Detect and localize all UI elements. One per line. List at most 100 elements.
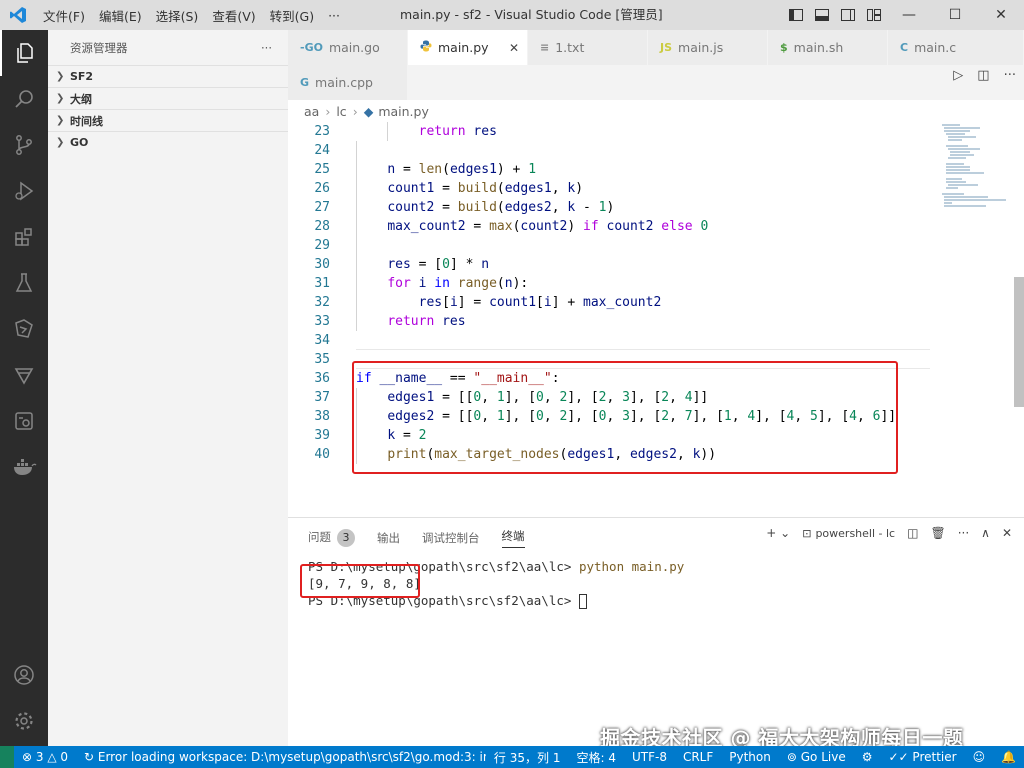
tab-main-c[interactable]: Cmain.c [888,30,1024,65]
prettier[interactable]: ✓✓ Prettier [880,750,964,764]
close-button[interactable]: ✕ [978,0,1024,30]
docker-icon[interactable] [0,444,48,490]
encoding[interactable]: UTF-8 [624,750,675,764]
trash-icon[interactable]: 🗑 [930,526,945,540]
menu-selection[interactable]: 选择(S) [149,6,206,25]
section-sf2[interactable]: ❯ SF2 [48,65,288,87]
tab-main-py[interactable]: main.py ✕ [408,30,528,65]
close-panel-icon[interactable]: ✕ [1002,526,1012,540]
breadcrumb-main-py[interactable]: main.py [378,104,429,119]
js-file-icon: JS [660,41,673,54]
tab-terminal[interactable]: 终端 [501,528,525,548]
toggle-secondary-sidebar-icon[interactable] [840,7,856,23]
indentation[interactable]: 空格: 4 [568,749,624,766]
close-icon[interactable]: ✕ [509,41,519,55]
accounts-icon[interactable] [0,652,48,698]
tab-main-sh[interactable]: $ main.sh [768,30,888,65]
split-editor-icon[interactable]: ◫ [977,68,989,83]
python-file-icon: ◆ [363,103,374,119]
maximize-button[interactable]: ☐ [932,0,978,30]
tab-1-txt[interactable]: ≡ 1.txt [528,30,648,65]
section-outline[interactable]: ❯ 大纲 [48,87,288,109]
code-line: 28 max_count2 = max(count2) if count2 el… [288,217,928,236]
problems-status[interactable]: ⊗ 3 △ 0 [14,750,76,764]
tab-main-go[interactable]: -GO main.go [288,30,408,65]
gitlens-icon[interactable] [0,352,48,398]
menu-go[interactable]: 转到(G) [263,6,321,25]
section-go[interactable]: ❯ GO [48,131,288,153]
go-file-icon: -GO [300,41,323,54]
search-icon[interactable] [0,76,48,122]
terminal-shell-selector[interactable]: ⊡ powershell - lc [802,527,895,540]
go-live[interactable]: ⊚ Go Live [779,750,854,764]
tab-label: main.sh [793,40,844,55]
source-control-icon[interactable] [0,122,48,168]
explorer-icon[interactable] [0,30,48,76]
menu-edit[interactable]: 编辑(E) [92,6,149,25]
menu-file[interactable]: 文件(F) [36,6,92,25]
editor-scrollbar[interactable] [1014,277,1024,407]
breadcrumb-aa[interactable]: aa [304,104,319,119]
language-mode[interactable]: Python [721,750,779,764]
menu-view[interactable]: 查看(V) [205,6,262,25]
section-timeline[interactable]: ❯ 时间线 [48,109,288,131]
bell-icon[interactable]: 🔔 [993,750,1024,764]
text-file-icon: ≡ [540,41,550,54]
tab-problems[interactable]: 问题 3 [308,529,355,547]
section-label: 大纲 [70,92,92,106]
minimap[interactable] [940,122,1010,212]
terminal-command: python main.py [578,559,685,574]
minimize-button[interactable]: — [886,0,932,30]
run-file-icon[interactable]: ▷ [953,68,963,83]
line-number: 36 [314,371,330,386]
code-editor[interactable]: 23 return res 24 25 n = len(edges1) + 1 … [288,122,1024,517]
line-number: 40 [314,447,330,462]
line-number: 37 [314,390,330,405]
code-line: 32 res[i] = count1[i] + max_count2 [288,293,928,312]
line-number: 35 [314,352,330,367]
tab-output[interactable]: 输出 [377,530,400,546]
layout-controls [788,7,882,23]
remote-containers-icon[interactable] [0,398,48,444]
more-actions-icon[interactable]: ··· [958,526,969,540]
new-terminal-icon[interactable]: + ⌄ [766,526,790,540]
cursor-position[interactable]: 行 35，列 1 [486,749,569,766]
maximize-panel-icon[interactable]: ∧ [981,526,990,540]
tab-main-js[interactable]: JS main.js [648,30,768,65]
toggle-sidebar-icon[interactable] [788,7,804,23]
tab-debug-console[interactable]: 调试控制台 [422,530,480,546]
chevron-right-icon: ❯ [56,93,65,104]
go-live-label: Go Live [800,750,846,764]
code-line: 27 count2 = build(edges2, k - 1) [288,198,928,217]
workspace-error-status[interactable]: ↻ Error loading workspace: D:\mysetup\go… [76,750,486,764]
remote-explorer-icon[interactable] [0,306,48,352]
line-number: 32 [314,295,330,310]
explorer-more-button[interactable]: ··· [261,41,272,55]
line-number: 24 [314,143,330,158]
feedback-icon[interactable]: ☺ [965,750,994,764]
code-line: 31 for i in range(n): [288,274,928,293]
menu-more[interactable]: ··· [321,8,347,23]
toggle-panel-icon[interactable] [814,7,830,23]
extensions-icon[interactable] [0,214,48,260]
breadcrumb-lc[interactable]: lc [336,104,346,119]
code-text: res = [0] * n [387,257,490,272]
gear-icon[interactable] [0,698,48,744]
tab-label: main.py [438,40,489,55]
run-debug-icon[interactable] [0,168,48,214]
testing-icon[interactable] [0,260,48,306]
line-number: 34 [314,333,330,348]
cpp-file-icon: G [300,76,310,89]
tab-main-cpp[interactable]: Gmain.cpp [288,65,408,100]
prettier-label: Prettier [912,750,957,764]
chevron-right-icon: ❯ [56,115,65,126]
split-terminal-icon[interactable]: ◫ [907,526,918,540]
chevron-right-icon: › [352,103,358,119]
more-actions-icon[interactable]: ··· [1004,68,1016,83]
tab-label: main.cpp [315,75,373,90]
gear-status-icon[interactable]: ⚙ [854,750,881,764]
line-ending[interactable]: CRLF [675,750,721,764]
customize-layout-icon[interactable] [866,7,882,23]
code-line: 34 [288,331,928,350]
remote-indicator[interactable] [0,746,14,768]
